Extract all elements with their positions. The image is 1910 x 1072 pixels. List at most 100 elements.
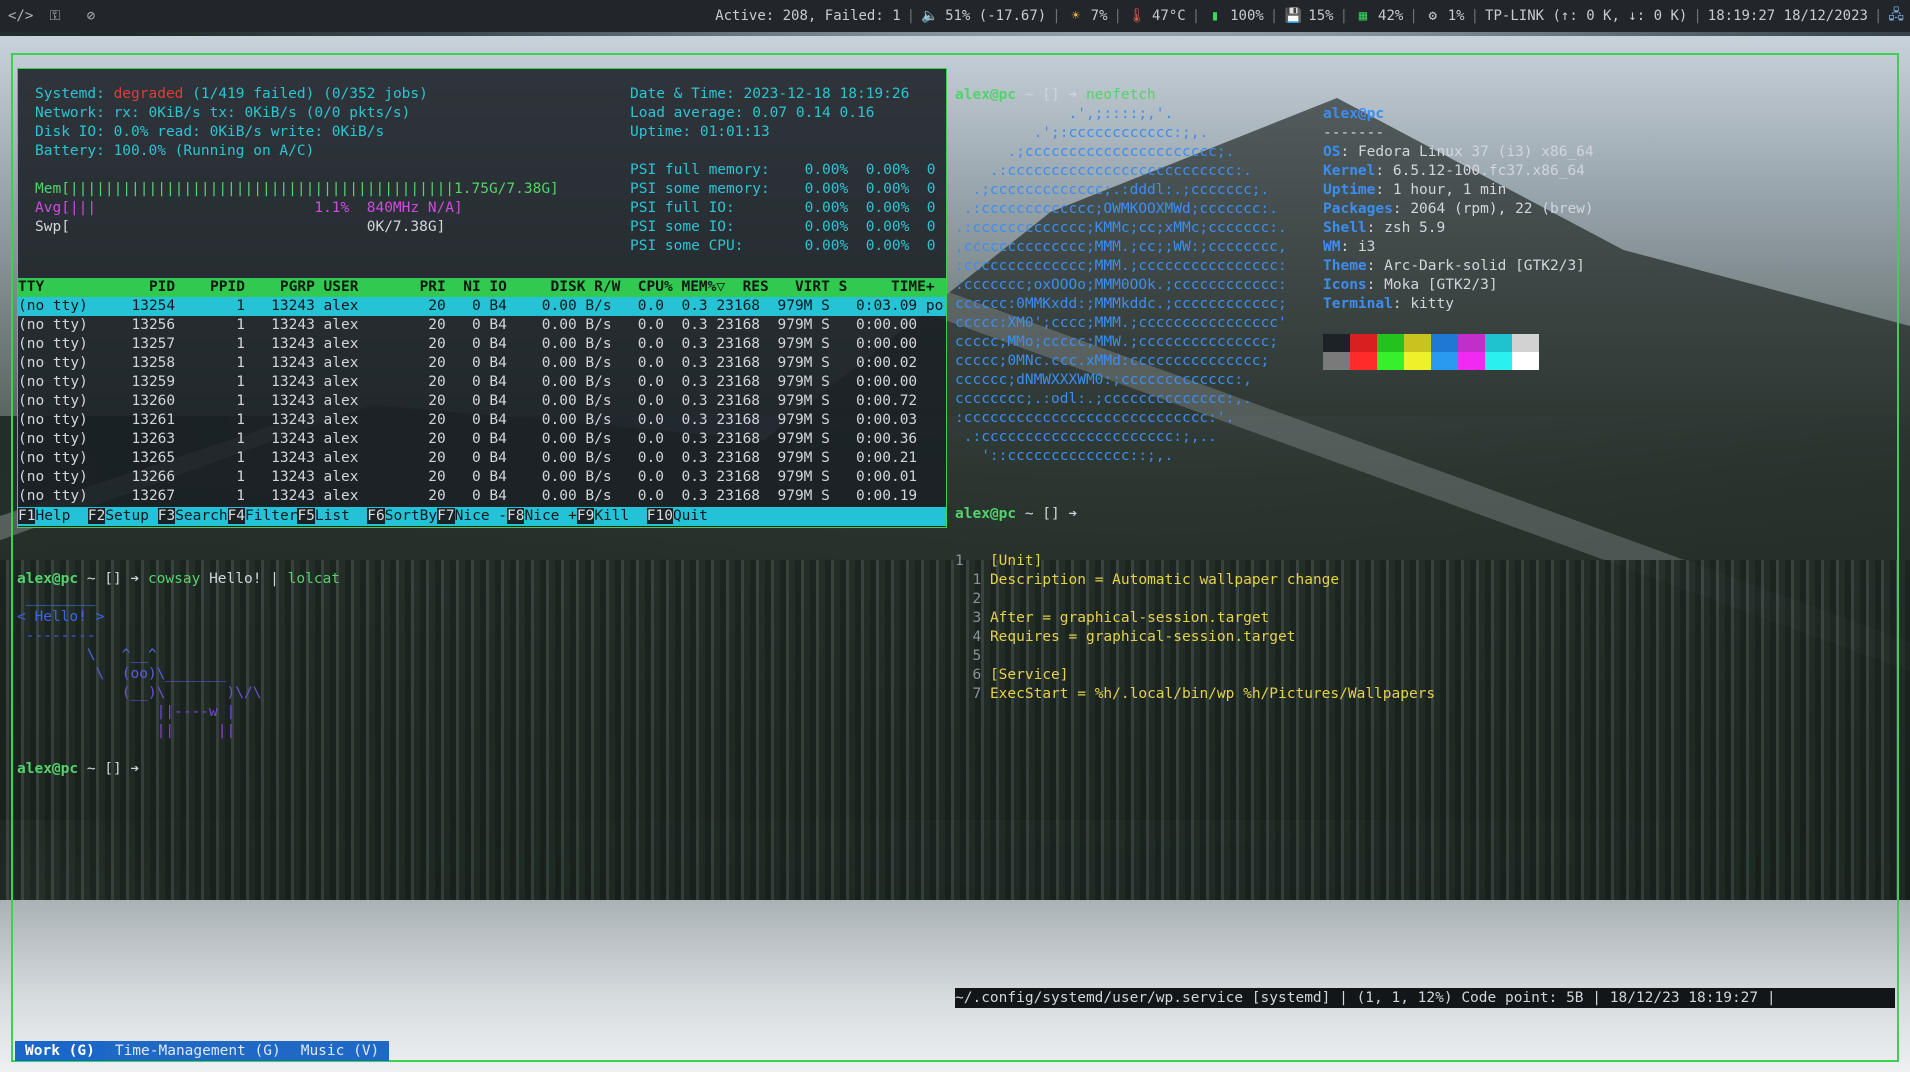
color-palette	[1323, 334, 1539, 370]
vim-line[interactable]: Requires = graphical-session.target	[990, 629, 1296, 645]
cpu-value: 1%	[1447, 8, 1465, 24]
table-row[interactable]: (no tty) 13260 1 13243 alex 20 0 B4 0.00…	[18, 393, 926, 409]
volume-status[interactable]: 🔈 51% (-17.67)	[915, 8, 1052, 24]
prompt-pipe-command: lolcat	[287, 571, 341, 587]
f7-label[interactable]: Nice -	[455, 508, 507, 524]
topbar-status: Active: 208, Failed: 1 | 🔈 51% (-17.67) | ☀…	[709, 0, 1910, 32]
htop-meters-left: Systemd: degraded (1/419 failed) (0/352 …	[35, 85, 559, 237]
f1-key[interactable]: F1	[18, 508, 36, 524]
f5-key[interactable]: F5	[297, 508, 315, 524]
uptime-meter: Uptime: 01:01:13	[630, 124, 770, 140]
psi-meter: PSI some memory: 0.00% 0.00% 0	[630, 181, 936, 197]
temperature-status: 🌡 47°C	[1122, 8, 1192, 24]
f4-label[interactable]: Filter	[245, 508, 297, 524]
f8-key[interactable]: F8	[507, 508, 525, 524]
workspace-work[interactable]: Work (G)	[15, 1041, 105, 1061]
table-row[interactable]: (no tty) 13258 1 13243 alex 20 0 B4 0.00…	[18, 355, 926, 371]
f2-key[interactable]: F2	[87, 508, 106, 524]
mem-meter: Mem[||||||||||||||||||||||||||||||||||||…	[35, 181, 559, 197]
psi-meter: PSI some IO: 0.00% 0.00% 0	[630, 219, 936, 235]
datetime-meter: Date & Time: 2023-12-18 18:19:26	[630, 86, 910, 102]
table-row[interactable]: (no tty) 13266 1 13243 alex 20 0 B4 0.00…	[18, 469, 926, 485]
f4-key[interactable]: F4	[227, 508, 246, 524]
f8-label[interactable]: Nice +	[524, 508, 576, 524]
f6-key[interactable]: F6	[367, 508, 385, 524]
diskio-meter: Disk IO: 0.0% read: 0KiB/s write: 0KiB/s	[35, 124, 385, 140]
f10-label[interactable]: Quit	[673, 508, 708, 524]
battery-icon: ▮	[1210, 8, 1220, 24]
fedora-logo-ascii: .',;::::;,'. .';:cccccccccccc:;,. .;cccc…	[955, 106, 1287, 464]
f1-label[interactable]: Help	[35, 508, 87, 524]
prompt-user: alex@pc	[17, 761, 79, 777]
color-swatch	[1512, 352, 1539, 370]
clock[interactable]: 18:19:27 18/12/2023	[1702, 8, 1874, 24]
table-row[interactable]: (no tty) 13256 1 13243 alex 20 0 B4 0.00…	[18, 317, 926, 333]
cowsay-terminal[interactable]: alex@pc ~ [] ➔ cowsay Hello! | lolcat __…	[17, 570, 945, 800]
htop-window[interactable]: Systemd: degraded (1/419 failed) (0/352 …	[17, 68, 947, 528]
thermometer-icon: 🌡	[1128, 8, 1146, 24]
systemd-label: Systemd:	[35, 86, 105, 102]
f3-label[interactable]: Search	[175, 508, 227, 524]
prompt-path: ~ [] ➔	[1016, 506, 1078, 522]
top-status-bar: </> ⚿ ⊘ Active: 208, Failed: 1 | 🔈 51% (-1…	[0, 0, 1910, 32]
color-swatch	[1350, 334, 1377, 352]
color-swatch	[1431, 352, 1458, 370]
color-swatch	[1458, 334, 1485, 352]
network-status[interactable]: TP-LINK (↑: 0 K, ↓: 0 K)	[1479, 8, 1693, 24]
terminal-prompt-right[interactable]: alex@pc ~ [] ➔	[955, 505, 1255, 525]
vim-line[interactable]: ExecStart = %h/.local/bin/wp %h/Pictures…	[990, 686, 1435, 702]
vim-line[interactable]: [Service]	[990, 667, 1069, 683]
systemd-state: degraded	[113, 86, 184, 102]
vim-line[interactable]: [Unit]	[990, 553, 1042, 569]
table-row[interactable]: (no tty) 13263 1 13243 alex 20 0 B4 0.00…	[18, 431, 926, 447]
f6-label[interactable]: SortBy	[385, 508, 437, 524]
f10-key[interactable]: F10	[646, 508, 673, 524]
f7-key[interactable]: F7	[437, 508, 455, 524]
code-icon[interactable]: </>	[8, 5, 33, 27]
key-icon[interactable]: ⚿	[44, 5, 66, 27]
swap-meter: Swp[ 0K/7.38G]	[35, 219, 446, 235]
process-row-selected[interactable]: (no tty) 13254 1 13243 alex 20 0 B4 0.00…	[18, 297, 946, 316]
compass-icon[interactable]: ⊘	[80, 5, 102, 27]
vim-editor[interactable]: 1 [Unit] 1 Description = Automatic wallp…	[955, 552, 1895, 722]
prompt-path: ~ [] ➔	[78, 571, 148, 587]
vim-line[interactable]: After = graphical-session.target	[990, 610, 1269, 626]
memory-icon: ▦	[1358, 8, 1368, 24]
memory-status: ▦ 42%	[1348, 8, 1409, 24]
f3-key[interactable]: F3	[157, 508, 176, 524]
tray-network-icon[interactable]: 🖧	[1882, 4, 1910, 28]
process-table-header[interactable]: TTY PID PPID PGRP USER PRI NI IO DISK R/…	[18, 278, 946, 297]
f9-key[interactable]: F9	[576, 508, 595, 524]
table-row[interactable]: (no tty) 13257 1 13243 alex 20 0 B4 0.00…	[18, 336, 926, 352]
table-row[interactable]: (no tty) 13267 1 13243 alex 20 0 B4 0.00…	[18, 488, 926, 504]
color-swatch	[1377, 334, 1404, 352]
table-row[interactable]: (no tty) 13265 1 13243 alex 20 0 B4 0.00…	[18, 450, 926, 466]
psi-meter: PSI full memory: 0.00% 0.00% 0	[630, 162, 936, 178]
htop-function-bar: F1Help F2Setup F3SearchF4FilterF5List F6…	[18, 507, 946, 526]
brightness-status[interactable]: ☀ 7%	[1061, 8, 1114, 24]
color-swatch	[1512, 334, 1539, 352]
volume-icon: 🔈	[921, 8, 939, 24]
neofetch-terminal[interactable]: alex@pc ~ [] ➔ neofetch .',;::::;,'. .';…	[955, 86, 1895, 506]
color-swatch	[1458, 352, 1485, 370]
color-swatch	[1485, 352, 1512, 370]
battery-status: ▮ 100%	[1200, 8, 1270, 24]
table-row[interactable]: (no tty) 13261 1 13243 alex 20 0 B4 0.00…	[18, 412, 926, 428]
battery-meter: Battery: 100.0% (Running on A/C)	[35, 143, 315, 159]
workspace-music[interactable]: Music (V)	[290, 1041, 390, 1061]
process-table: (no tty) 13256 1 13243 alex 20 0 B4 0.00…	[18, 316, 926, 506]
f9-label[interactable]: Kill	[594, 508, 646, 524]
cowsay-prompt-2: alex@pc ~ [] ➔	[17, 760, 139, 779]
vim-buffer[interactable]: 1 [Unit] 1 Description = Automatic wallp…	[955, 552, 1435, 704]
workspace-time-management[interactable]: Time-Management (G)	[104, 1041, 291, 1061]
f2-label[interactable]: Setup	[105, 508, 157, 524]
f5-label[interactable]: List	[315, 508, 367, 524]
systemd-detail: (1/419 failed) (0/352 jobs)	[192, 86, 428, 102]
color-swatch	[1485, 334, 1512, 352]
systemd-status[interactable]: Active: 208, Failed: 1	[709, 8, 906, 24]
sun-icon: ☀	[1071, 8, 1080, 24]
disk-value: 15%	[1308, 8, 1334, 24]
psi-meter: PSI full IO: 0.00% 0.00% 0	[630, 200, 936, 216]
vim-line[interactable]: Description = Automatic wallpaper change	[990, 572, 1339, 588]
table-row[interactable]: (no tty) 13259 1 13243 alex 20 0 B4 0.00…	[18, 374, 926, 390]
